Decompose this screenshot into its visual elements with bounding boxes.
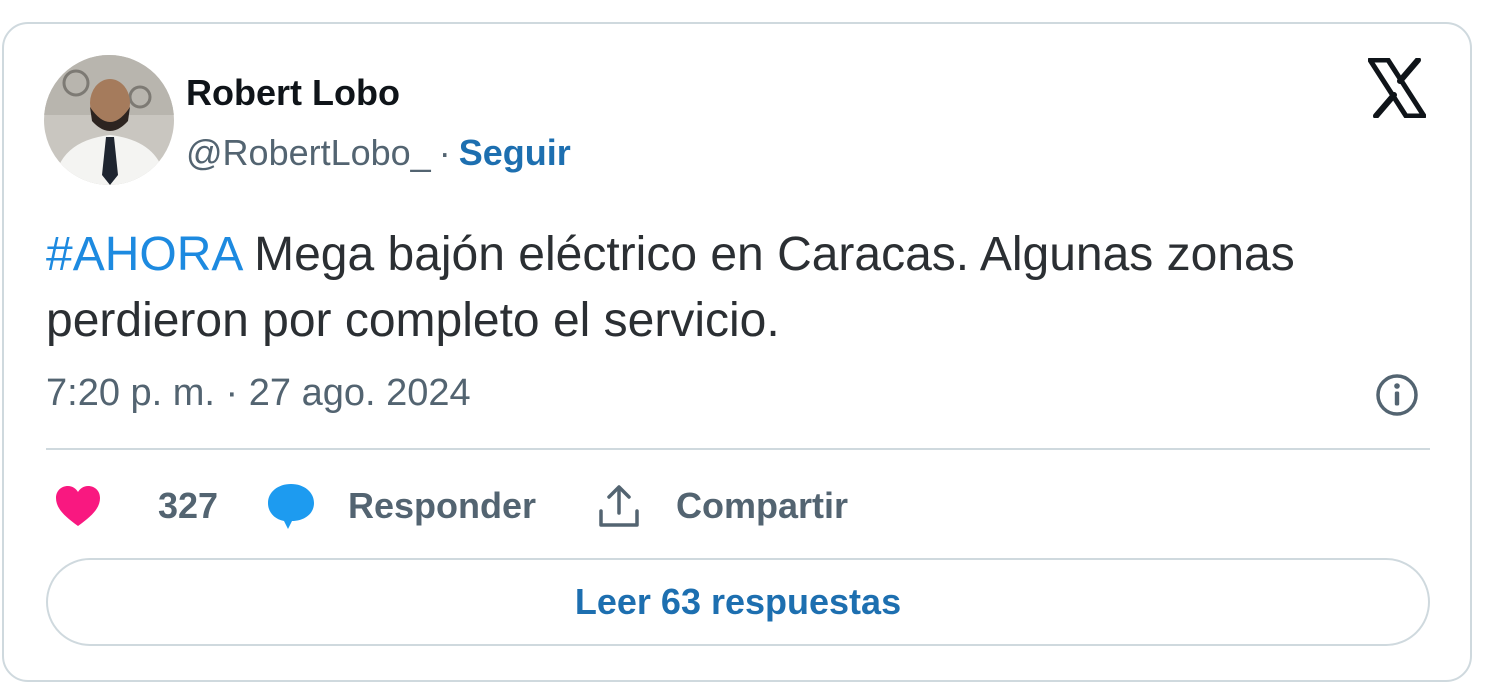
share-label: Compartir (676, 485, 849, 526)
share-button[interactable]: Compartir (596, 478, 848, 534)
like-count: 327 (158, 485, 219, 526)
heart-icon (56, 486, 100, 526)
reply-label: Responder (348, 485, 537, 526)
author-name[interactable]: Robert Lobo (186, 72, 400, 114)
info-icon[interactable] (1374, 372, 1420, 418)
share-upload-icon (599, 485, 639, 527)
avatar[interactable] (44, 55, 174, 185)
divider (46, 448, 1430, 450)
follow-button[interactable]: Seguir (459, 132, 571, 173)
x-logo-icon[interactable] (1367, 57, 1427, 119)
reply-bubble-icon (268, 484, 314, 529)
author-handle-row: @RobertLobo_ · Seguir (186, 132, 571, 174)
tweet-text: #AHORA Mega bajón eléctrico en Caracas. … (46, 222, 1436, 354)
reply-button[interactable]: Responder (266, 478, 536, 534)
like-button[interactable]: 327 (54, 478, 218, 534)
hashtag-link[interactable]: #AHORA (46, 228, 241, 281)
tweet-timestamp[interactable]: 7:20 p. m. · 27 ago. 2024 (46, 372, 471, 415)
read-replies-button[interactable]: Leer 63 respuestas (46, 558, 1430, 646)
read-replies-label: Leer 63 respuestas (574, 581, 902, 622)
avatar-photo (44, 55, 174, 185)
handle-separator: · (438, 132, 451, 173)
author-handle[interactable]: @RobertLobo_ (186, 132, 431, 173)
